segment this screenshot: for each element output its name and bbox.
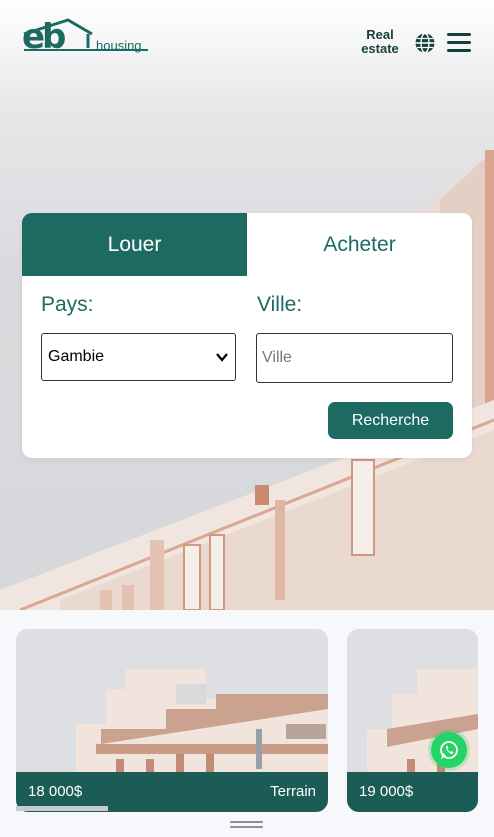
listing-card[interactable]: 18 000$ Terrain [16,629,328,812]
tab-rent[interactable]: Louer [22,213,247,276]
brand-logo[interactable]: eb housing [22,16,152,58]
chevron-down-icon [216,353,228,362]
city-input-placeholder: Ville [262,349,292,366]
bottom-drag-handle[interactable] [230,821,263,830]
city-label: Ville: [257,293,303,316]
listing-price: 19 000$ [359,783,414,800]
logo-text: housing [96,38,142,53]
country-select[interactable]: Gambie [41,333,236,381]
whatsapp-icon [440,741,458,759]
hero-section: eb housing Real estate Louer Acheter Pay… [0,0,494,610]
listing-type: Terrain [270,783,316,800]
listing-price: 18 000$ [28,783,83,800]
country-label: Pays: [41,293,94,316]
menu-icon[interactable] [447,33,471,53]
city-input[interactable]: Ville [256,333,453,383]
logo-mark: eb [22,17,66,57]
listing-bar: 19 000$ [347,772,478,812]
search-button[interactable]: Recherche [328,402,453,439]
globe-icon[interactable] [414,32,436,54]
search-card: Louer Acheter Pays: Ville: Gambie Ville … [22,213,472,458]
whatsapp-button[interactable] [431,732,467,768]
real-estate-label[interactable]: Real estate [354,28,406,56]
listings-carousel[interactable]: 18 000$ Terrain 19 000$ [0,610,494,837]
tab-buy[interactable]: Acheter [247,213,472,276]
country-select-value: Gambie [48,348,105,365]
listing-card[interactable]: 19 000$ [347,629,478,812]
carousel-scrollbar[interactable] [16,806,108,811]
